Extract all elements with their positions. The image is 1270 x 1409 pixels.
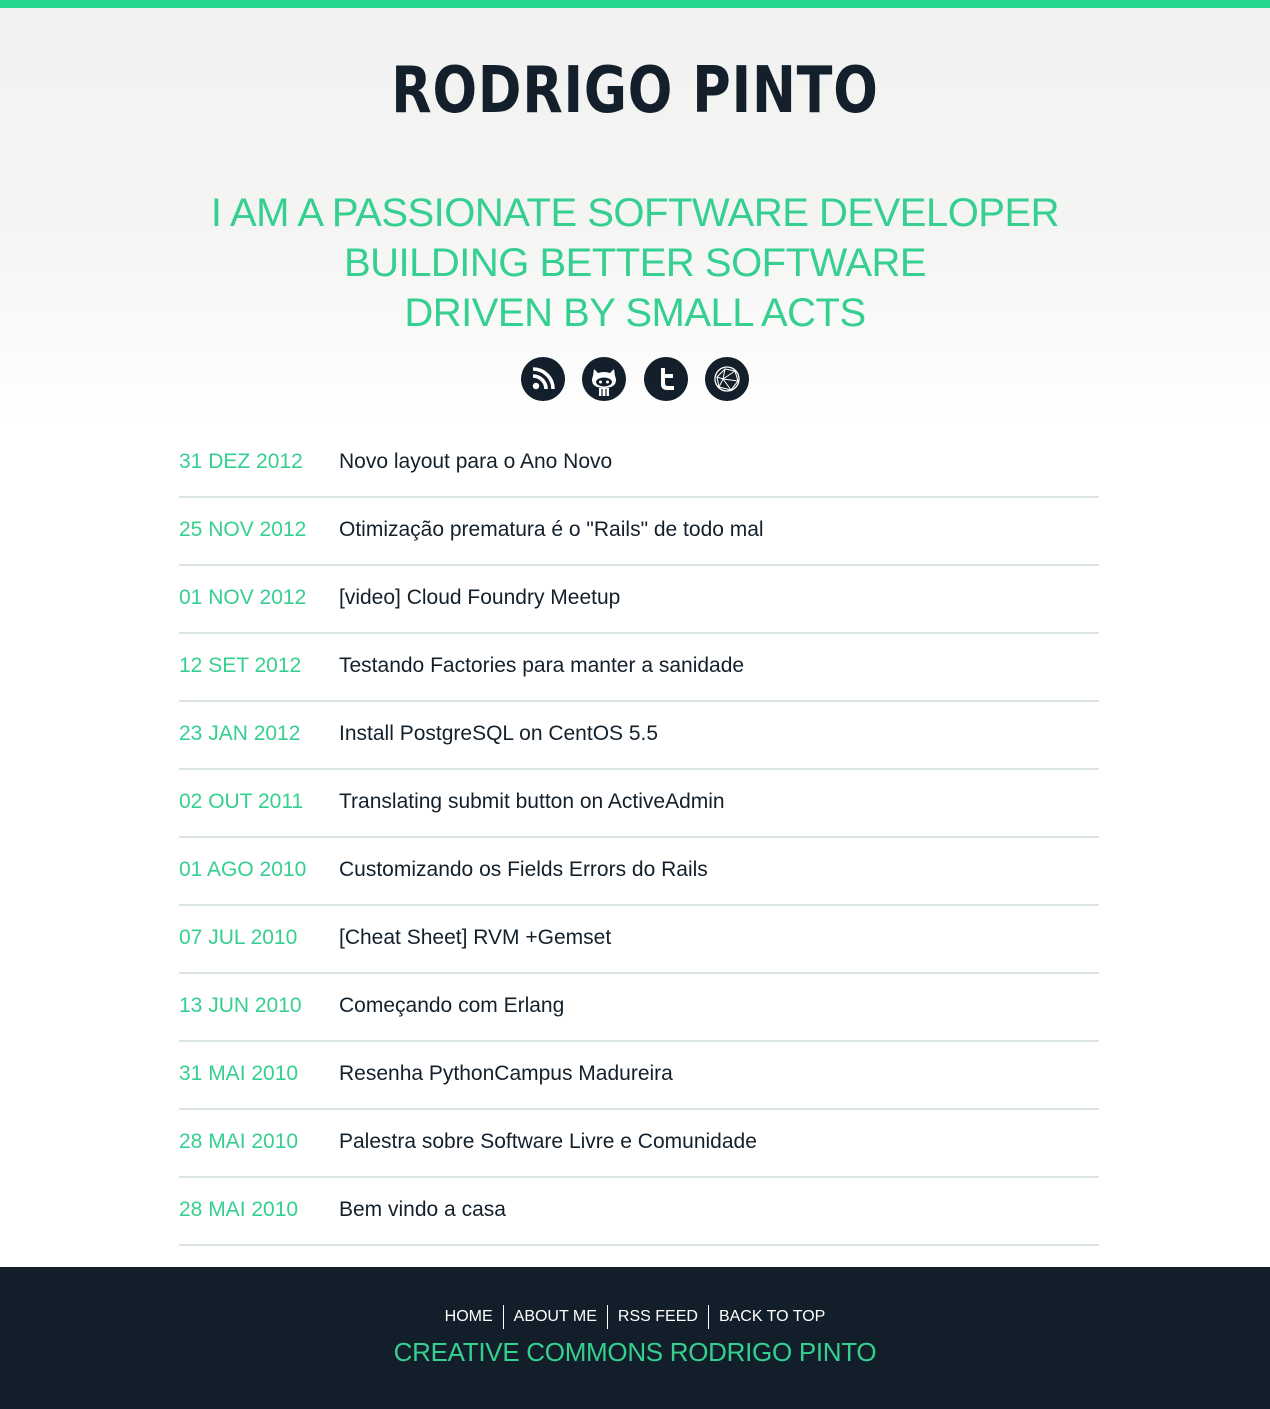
- post-item: 25 NOV 2012 Otimização prematura é o "Ra…: [179, 498, 1099, 566]
- footer: HOME ABOUT ME RSS FEED BACK TO TOP CREATIVE…: [0, 1267, 1270, 1409]
- post-date: 02 OUT 2011: [179, 790, 304, 813]
- post-item: 01 AGO 2010 Customizando os Fields Error…: [179, 838, 1099, 906]
- footer-link-about[interactable]: ABOUT ME: [502, 1305, 607, 1329]
- footer-link-back-to-top[interactable]: BACK TO TOP: [707, 1305, 835, 1329]
- post-date: 25 NOV 2012: [179, 518, 307, 541]
- post-item: 07 JUL 2010 [Cheat Sheet] RVM +Gemset: [179, 906, 1099, 974]
- post-date: 31 MAI 2010: [179, 1062, 299, 1085]
- rss-link[interactable]: [520, 357, 565, 401]
- post-list: 31 DEZ 2012 Novo layout para o Ano Novo …: [179, 430, 1099, 1246]
- post-item: 31 DEZ 2012 Novo layout para o Ano Novo: [179, 430, 1099, 498]
- footer-link-home[interactable]: HOME: [435, 1305, 503, 1329]
- site-title[interactable]: RODRIGO PINTO: [114, 46, 1155, 136]
- post-date: 01 NOV 2012: [179, 586, 307, 609]
- post-item: 01 NOV 2012 [video] Cloud Foundry Meetup: [179, 566, 1099, 634]
- tagline-line-2: BUILDING BETTER SOFTWARE: [343, 241, 927, 285]
- post-date: 31 DEZ 2012: [179, 450, 303, 473]
- top-accent-bar: [0, 0, 1270, 8]
- workingwithrails-link[interactable]: [705, 357, 750, 401]
- footer-nav: HOME ABOUT ME RSS FEED BACK TO TOP: [0, 1305, 1270, 1329]
- footer-link-rss[interactable]: RSS FEED: [606, 1305, 708, 1329]
- post-title-link[interactable]: Translating submit button on ActiveAdmin: [339, 790, 725, 814]
- tagline: I AM A PASSIONATE SOFTWARE DEVELOPER BUI…: [0, 188, 1270, 338]
- post-item: 28 MAI 2010 Bem vindo a casa: [179, 1178, 1099, 1246]
- tagline-line-1: I AM A PASSIONATE SOFTWARE DEVELOPER: [210, 191, 1060, 235]
- post-title-link[interactable]: [video] Cloud Foundry Meetup: [339, 586, 620, 610]
- post-date: 01 AGO 2010: [179, 858, 307, 881]
- post-item: 31 MAI 2010 Resenha PythonCampus Madurei…: [179, 1042, 1099, 1110]
- post-title-link[interactable]: Começando com Erlang: [339, 994, 564, 1018]
- post-title-link[interactable]: Resenha PythonCampus Madureira: [339, 1062, 673, 1086]
- post-title-link[interactable]: Otimização prematura é o "Rails" de todo…: [339, 518, 764, 542]
- footer-credit: CREATIVE COMMONS RODRIGO PINTO: [393, 1337, 877, 1367]
- post-title-link[interactable]: Testando Factories para manter a sanidad…: [339, 654, 744, 678]
- post-date: 07 JUL 2010: [179, 926, 298, 949]
- post-item: 12 SET 2012 Testando Factories para mant…: [179, 634, 1099, 702]
- post-title-link[interactable]: Customizando os Fields Errors do Rails: [339, 858, 708, 882]
- post-date: 23 JAN 2012: [179, 722, 301, 745]
- github-icon: [592, 369, 617, 396]
- post-date: 28 MAI 2010: [179, 1130, 299, 1153]
- rss-icon: [532, 367, 555, 390]
- workingwithrails-icon: [714, 366, 740, 392]
- tagline-line-3: DRIVEN BY SMALL ACTS: [404, 291, 866, 335]
- twitter-link[interactable]: [643, 357, 688, 401]
- post-date: 13 JUN 2010: [179, 994, 302, 1017]
- post-title-link[interactable]: Novo layout para o Ano Novo: [339, 450, 612, 474]
- social-links: [0, 357, 1270, 401]
- post-item: 02 OUT 2011 Translating submit button on…: [179, 770, 1099, 838]
- post-title-link[interactable]: [Cheat Sheet] RVM +Gemset: [339, 926, 611, 950]
- post-item: 23 JAN 2012 Install PostgreSQL on CentOS…: [179, 702, 1099, 770]
- post-date: 12 SET 2012: [179, 654, 302, 677]
- post-item: 28 MAI 2010 Palestra sobre Software Livr…: [179, 1110, 1099, 1178]
- post-title-link[interactable]: Palestra sobre Software Livre e Comunida…: [339, 1130, 757, 1154]
- github-link[interactable]: [582, 357, 627, 401]
- twitter-icon: [660, 368, 674, 390]
- post-title-link[interactable]: Install PostgreSQL on CentOS 5.5: [339, 722, 658, 746]
- post-date: 28 MAI 2010: [179, 1198, 299, 1221]
- post-title-link[interactable]: Bem vindo a casa: [339, 1198, 506, 1222]
- post-item: 13 JUN 2010 Começando com Erlang: [179, 974, 1099, 1042]
